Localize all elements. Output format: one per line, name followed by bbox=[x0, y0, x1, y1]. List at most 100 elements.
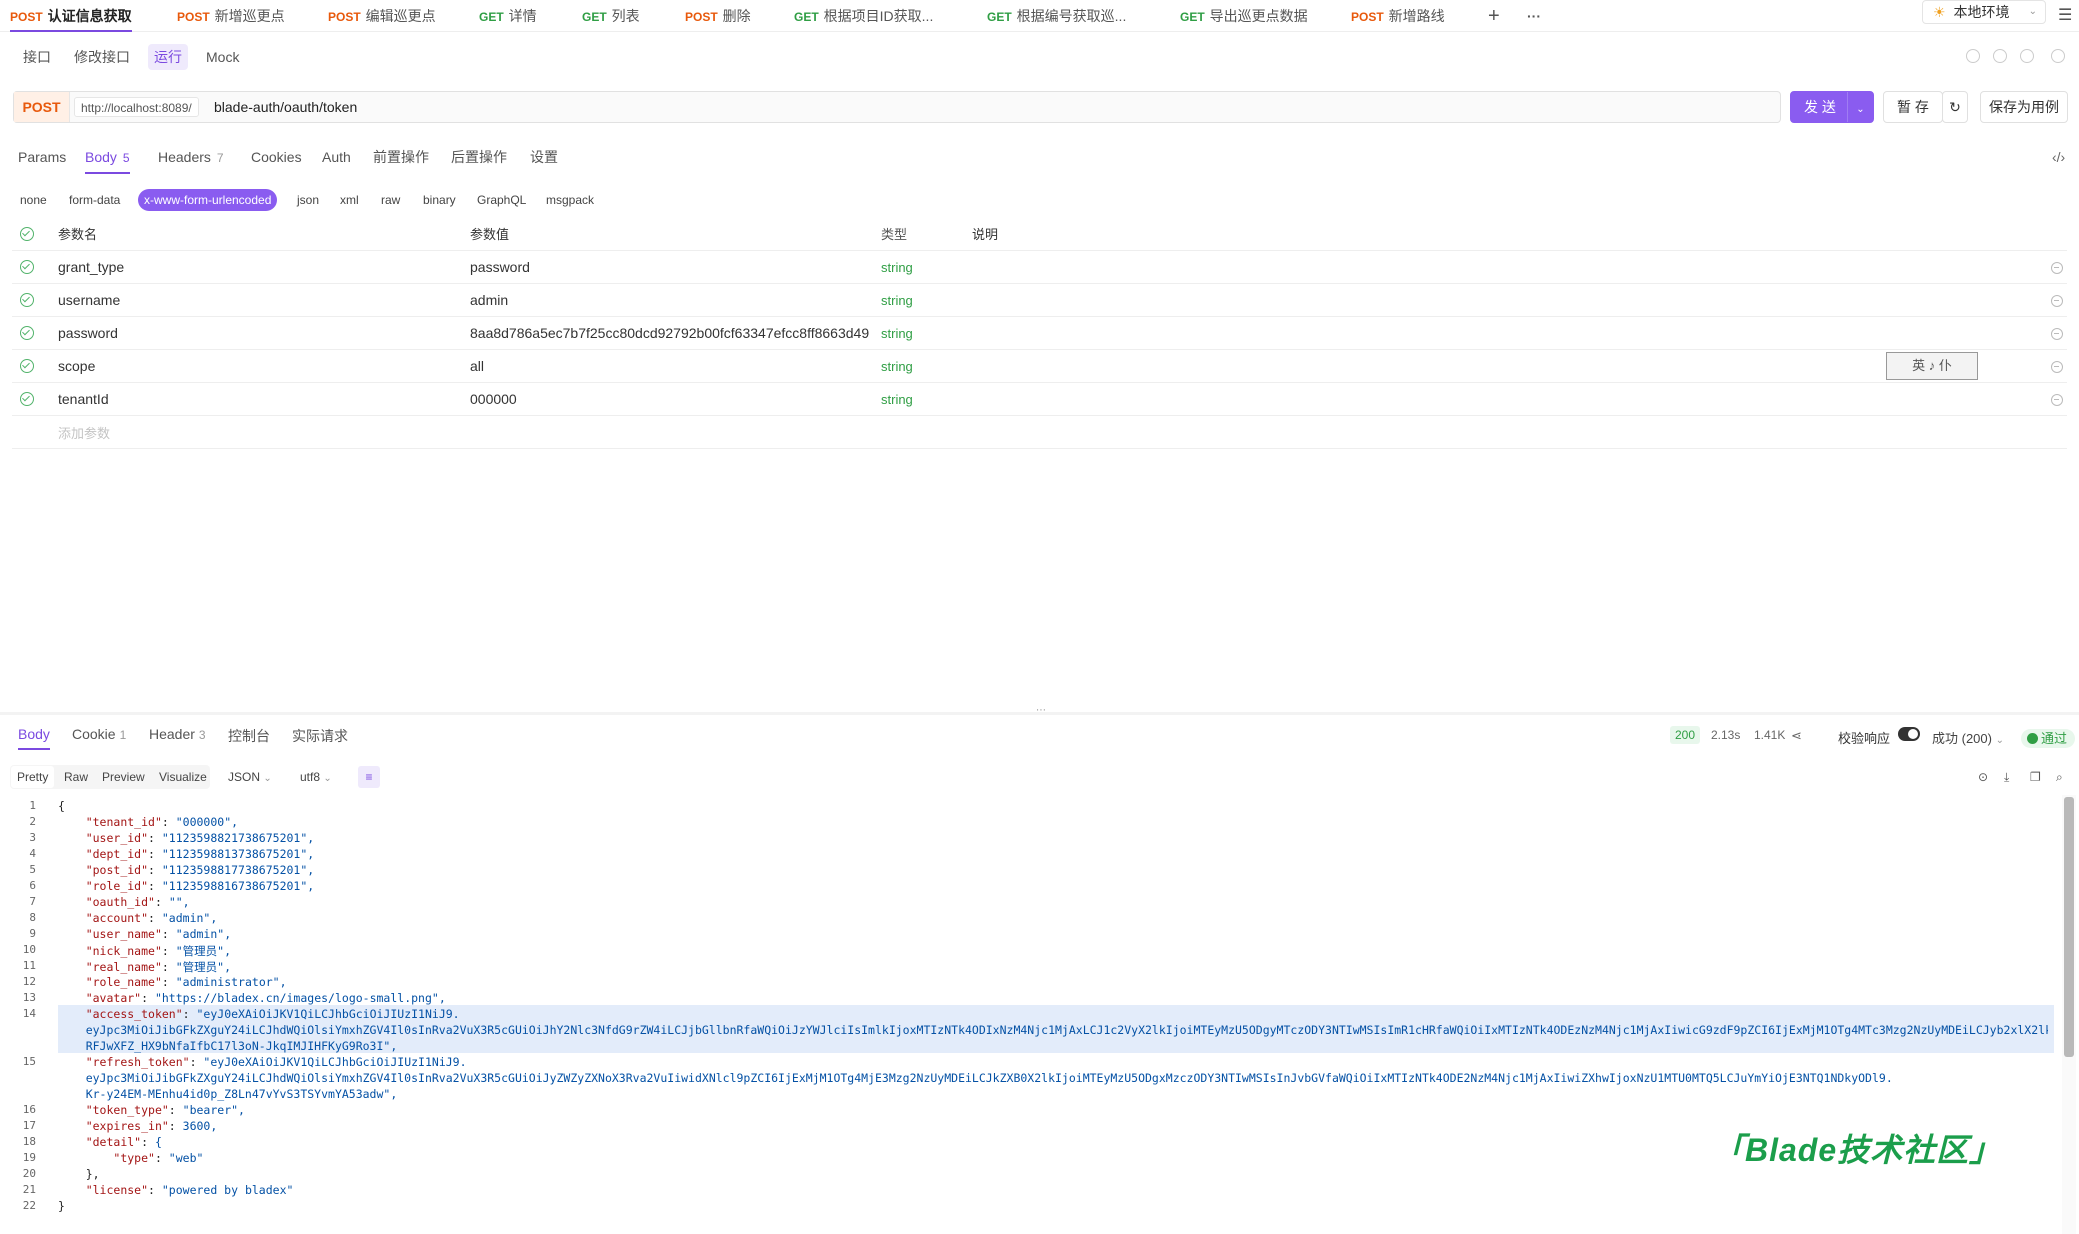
body-type-json[interactable]: json bbox=[291, 189, 325, 211]
param-value[interactable]: 000000 bbox=[470, 383, 870, 416]
row-checkbox[interactable] bbox=[20, 392, 34, 406]
tab-export[interactable]: GET 导出巡更点数据 bbox=[1180, 0, 1308, 32]
resp-tab-cookie[interactable]: Cookie 1 bbox=[72, 726, 126, 742]
subnav-run[interactable]: 运行 bbox=[148, 44, 188, 70]
code-icon[interactable]: ‹/› bbox=[2052, 146, 2065, 168]
body-type-msgpack[interactable]: msgpack bbox=[540, 189, 600, 211]
param-type[interactable]: string bbox=[881, 350, 913, 383]
row-checkbox[interactable] bbox=[20, 359, 34, 373]
wrap-icon[interactable]: ≡ bbox=[358, 766, 380, 788]
body-type-none[interactable]: none bbox=[14, 189, 53, 211]
select-all-checkbox[interactable] bbox=[20, 227, 34, 241]
row-checkbox[interactable] bbox=[20, 326, 34, 340]
view-preview[interactable]: Preview bbox=[96, 766, 151, 788]
success-select[interactable]: 成功 (200) ⌄ bbox=[1932, 728, 2004, 747]
code-line: "access_token": "eyJ0eXAiOiJKV1QiLCJhbGc… bbox=[85, 1007, 460, 1021]
view-raw[interactable]: Raw bbox=[58, 766, 94, 788]
tab-list[interactable]: GET 列表 bbox=[582, 0, 640, 32]
locate-icon[interactable]: ⊙ bbox=[1978, 766, 1988, 788]
param-type[interactable]: string bbox=[881, 383, 913, 416]
row-checkbox[interactable] bbox=[20, 260, 34, 274]
param-value[interactable]: 8aa8d786a5ec7b7f25cc80dcd92792b00fcf6334… bbox=[470, 317, 870, 350]
param-value[interactable]: all bbox=[470, 350, 870, 383]
subnav-mock[interactable]: Mock bbox=[200, 44, 245, 70]
param-name[interactable]: tenantId bbox=[58, 383, 109, 416]
param-name[interactable]: password bbox=[58, 317, 118, 350]
remove-icon[interactable] bbox=[2051, 262, 2063, 274]
param-name[interactable]: username bbox=[58, 284, 120, 317]
more-tabs-button[interactable]: ··· bbox=[1527, 0, 1541, 32]
subnav-edit-api[interactable]: 修改接口 bbox=[68, 44, 136, 70]
row-checkbox[interactable] bbox=[20, 293, 34, 307]
refresh-icon[interactable]: ↻ bbox=[1942, 91, 1968, 123]
save-temp-button[interactable]: 暂 存 bbox=[1883, 91, 1943, 123]
body-type-raw[interactable]: raw bbox=[375, 189, 406, 211]
resp-tab-header[interactable]: Header 3 bbox=[149, 726, 206, 742]
tab-delete[interactable]: POST 删除 bbox=[685, 0, 751, 32]
tab-by-project-id[interactable]: GET 根据项目ID获取... bbox=[794, 0, 933, 32]
tab-cookies[interactable]: Cookies bbox=[251, 146, 302, 168]
body-type-urlencoded[interactable]: x-www-form-urlencoded bbox=[138, 189, 278, 211]
send-dropdown[interactable]: ⌄ bbox=[1847, 92, 1873, 122]
link-icon[interactable] bbox=[2020, 49, 2034, 63]
remove-icon[interactable] bbox=[2051, 394, 2063, 406]
code-line: "avatar": "https://bladex.cn/images/logo… bbox=[85, 991, 446, 1005]
menu-icon[interactable]: ☰ bbox=[2058, 0, 2072, 32]
body-type-form-data[interactable]: form-data bbox=[63, 189, 126, 211]
settings-icon[interactable] bbox=[2051, 49, 2065, 63]
drag-handle-icon[interactable]: ⋯ bbox=[1036, 705, 1046, 716]
param-type[interactable]: string bbox=[881, 251, 913, 284]
tab-headers[interactable]: Headers 7 bbox=[158, 146, 224, 168]
tab-post-ops[interactable]: 后置操作 bbox=[451, 146, 507, 168]
add-param-input[interactable]: 添加参数 bbox=[58, 423, 110, 442]
tab-auth[interactable]: Auth bbox=[322, 146, 351, 168]
resp-tab-actual-request[interactable]: 实际请求 bbox=[292, 726, 348, 746]
response-size: 1.41K bbox=[1754, 728, 1786, 742]
body-type-graphql[interactable]: GraphQL bbox=[471, 189, 532, 211]
remove-icon[interactable] bbox=[2051, 361, 2063, 373]
code-scroll-thumb[interactable] bbox=[2064, 797, 2074, 1057]
body-type-xml[interactable]: xml bbox=[334, 189, 365, 211]
copy-icon[interactable] bbox=[1993, 49, 2007, 63]
tab-settings[interactable]: 设置 bbox=[530, 146, 558, 168]
resp-tab-console[interactable]: 控制台 bbox=[228, 726, 270, 746]
param-value[interactable]: admin bbox=[470, 284, 870, 317]
tab-add-route[interactable]: POST 新增路线 bbox=[1351, 0, 1445, 32]
view-pretty[interactable]: Pretty bbox=[11, 766, 55, 788]
tab-add-patrol-point[interactable]: POST 新增巡更点 bbox=[177, 0, 285, 32]
remove-icon[interactable] bbox=[2051, 328, 2063, 340]
param-type[interactable]: string bbox=[881, 284, 913, 317]
param-name[interactable]: grant_type bbox=[58, 251, 124, 284]
save-as-case-button[interactable]: 保存为用例 bbox=[1980, 91, 2068, 123]
add-tab-button[interactable]: + bbox=[1488, 0, 1500, 32]
param-value[interactable]: password bbox=[470, 251, 870, 284]
encoding-select[interactable]: utf8 ⌄ bbox=[300, 766, 332, 790]
tab-auth-token[interactable]: POST 认证信息获取 bbox=[10, 0, 132, 32]
tab-detail[interactable]: GET 详情 bbox=[479, 0, 537, 32]
remove-icon[interactable] bbox=[2051, 295, 2063, 307]
param-name[interactable]: scope bbox=[58, 350, 95, 383]
method-select[interactable]: POST bbox=[14, 92, 70, 122]
download-icon[interactable]: ⤓ bbox=[2004, 766, 2009, 788]
view-visualize[interactable]: Visualize bbox=[153, 766, 213, 788]
resp-tab-body[interactable]: Body bbox=[18, 726, 50, 750]
tab-params[interactable]: Params bbox=[18, 146, 66, 168]
copy-icon[interactable]: ❐ bbox=[2030, 766, 2041, 788]
tab-by-code[interactable]: GET 根据编号获取巡... bbox=[987, 0, 1126, 32]
environment-select[interactable]: ☀ 本地环境 ⌄ bbox=[1922, 0, 2046, 24]
subnav-api[interactable]: 接口 bbox=[17, 44, 57, 70]
tab-pre-ops[interactable]: 前置操作 bbox=[373, 146, 429, 168]
tab-body[interactable]: Body 5 bbox=[85, 146, 130, 174]
format-select[interactable]: JSON ⌄ bbox=[228, 766, 272, 790]
share-icon[interactable]: ⋖ bbox=[1791, 728, 1802, 744]
watermark: 「Blade技术社区」 bbox=[1712, 1132, 2003, 1168]
path-input[interactable]: blade-auth/oauth/token bbox=[214, 92, 357, 122]
send-button[interactable]: 发 送 ⌄ bbox=[1790, 91, 1874, 123]
validate-toggle[interactable] bbox=[1898, 727, 1920, 741]
param-type[interactable]: string bbox=[881, 317, 913, 350]
body-type-binary[interactable]: binary bbox=[417, 189, 462, 211]
tab-edit-patrol-point[interactable]: POST 编辑巡更点 bbox=[328, 0, 436, 32]
tab-method: POST bbox=[177, 10, 210, 24]
search-icon[interactable]: ⌕ bbox=[2056, 766, 2063, 788]
share-icon[interactable] bbox=[1966, 49, 1980, 63]
